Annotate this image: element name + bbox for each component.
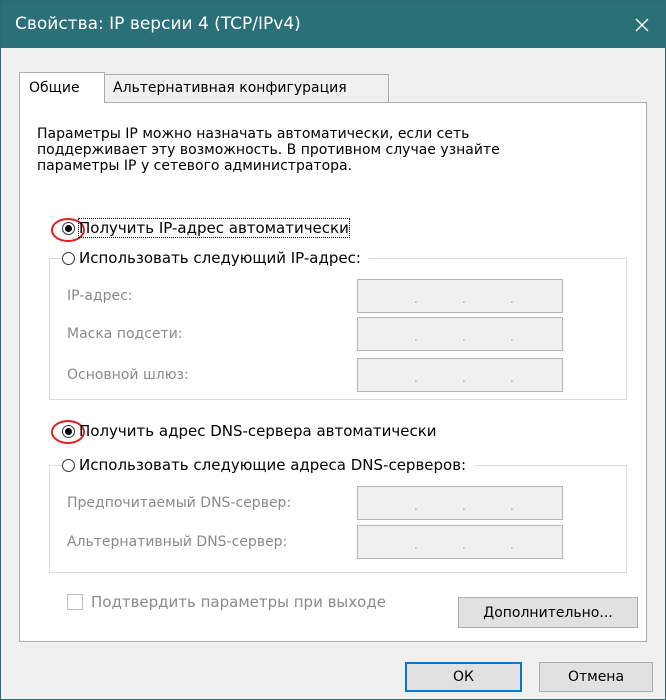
validate-checkbox[interactable] xyxy=(67,594,83,610)
default-gateway-label: Основной шлюз: xyxy=(67,367,189,383)
validate-label: Подтвердить параметры при выходе xyxy=(91,593,386,611)
close-button[interactable] xyxy=(619,1,665,48)
ok-button[interactable]: ОК xyxy=(405,662,522,692)
dns-manual-label: Использовать следующие адреса DNS-сервер… xyxy=(79,456,467,474)
ip-auto-label: Получить IP-адрес автоматически xyxy=(78,218,350,238)
ip-manual-option[interactable]: Использовать следующий IP-адрес: xyxy=(62,249,369,267)
window-title: Свойства: IP версии 4 (TCP/IPv4) xyxy=(15,14,301,34)
ip-manual-radio[interactable] xyxy=(62,251,75,265)
title-bar[interactable]: Свойства: IP версии 4 (TCP/IPv4) xyxy=(1,1,665,48)
alternate-dns-field[interactable]: ... xyxy=(357,525,563,559)
dns-manual-option[interactable]: Использовать следующие адреса DNS-сервер… xyxy=(62,456,475,474)
cancel-button[interactable]: Отмена xyxy=(539,662,653,692)
description-line: поддерживает эту возможность. В противно… xyxy=(37,142,500,158)
subnet-mask-label: Маска подсети: xyxy=(67,326,183,342)
description-line: Параметры IP можно назначать автоматичес… xyxy=(37,126,470,142)
description-text: Параметры IP можно назначать автоматичес… xyxy=(37,126,597,174)
close-icon xyxy=(635,18,649,31)
validate-option[interactable]: Подтвердить параметры при выходе xyxy=(67,593,386,611)
dialog-window: Свойства: IP версии 4 (TCP/IPv4) Общие А… xyxy=(0,0,666,700)
default-gateway-field[interactable]: ... xyxy=(357,358,563,392)
tab-general[interactable]: Общие xyxy=(19,72,105,103)
tab-alternate-config[interactable]: Альтернативная конфигурация xyxy=(104,74,389,102)
dns-manual-radio[interactable] xyxy=(62,458,75,472)
ip-address-label: IP-адрес: xyxy=(67,288,133,304)
preferred-dns-label: Предпочитаемый DNS-сервер: xyxy=(67,495,292,511)
dns-auto-option[interactable]: Получить адрес DNS-сервера автоматически xyxy=(62,422,437,440)
subnet-mask-field[interactable]: ... xyxy=(357,317,563,351)
description-line: параметры IP у сетевого администратора. xyxy=(37,158,353,174)
ip-address-field[interactable]: ... xyxy=(357,279,563,313)
advanced-button[interactable]: Дополнительно... xyxy=(458,597,638,628)
ip-auto-radio[interactable] xyxy=(62,221,75,235)
ip-auto-option[interactable]: Получить IP-адрес автоматически xyxy=(62,218,350,238)
dns-auto-radio[interactable] xyxy=(62,424,75,438)
dns-auto-label: Получить адрес DNS-сервера автоматически xyxy=(79,422,437,440)
preferred-dns-field[interactable]: ... xyxy=(357,486,563,520)
ip-manual-label: Использовать следующий IP-адрес: xyxy=(79,249,361,267)
alternate-dns-label: Альтернативный DNS-сервер: xyxy=(67,534,288,550)
